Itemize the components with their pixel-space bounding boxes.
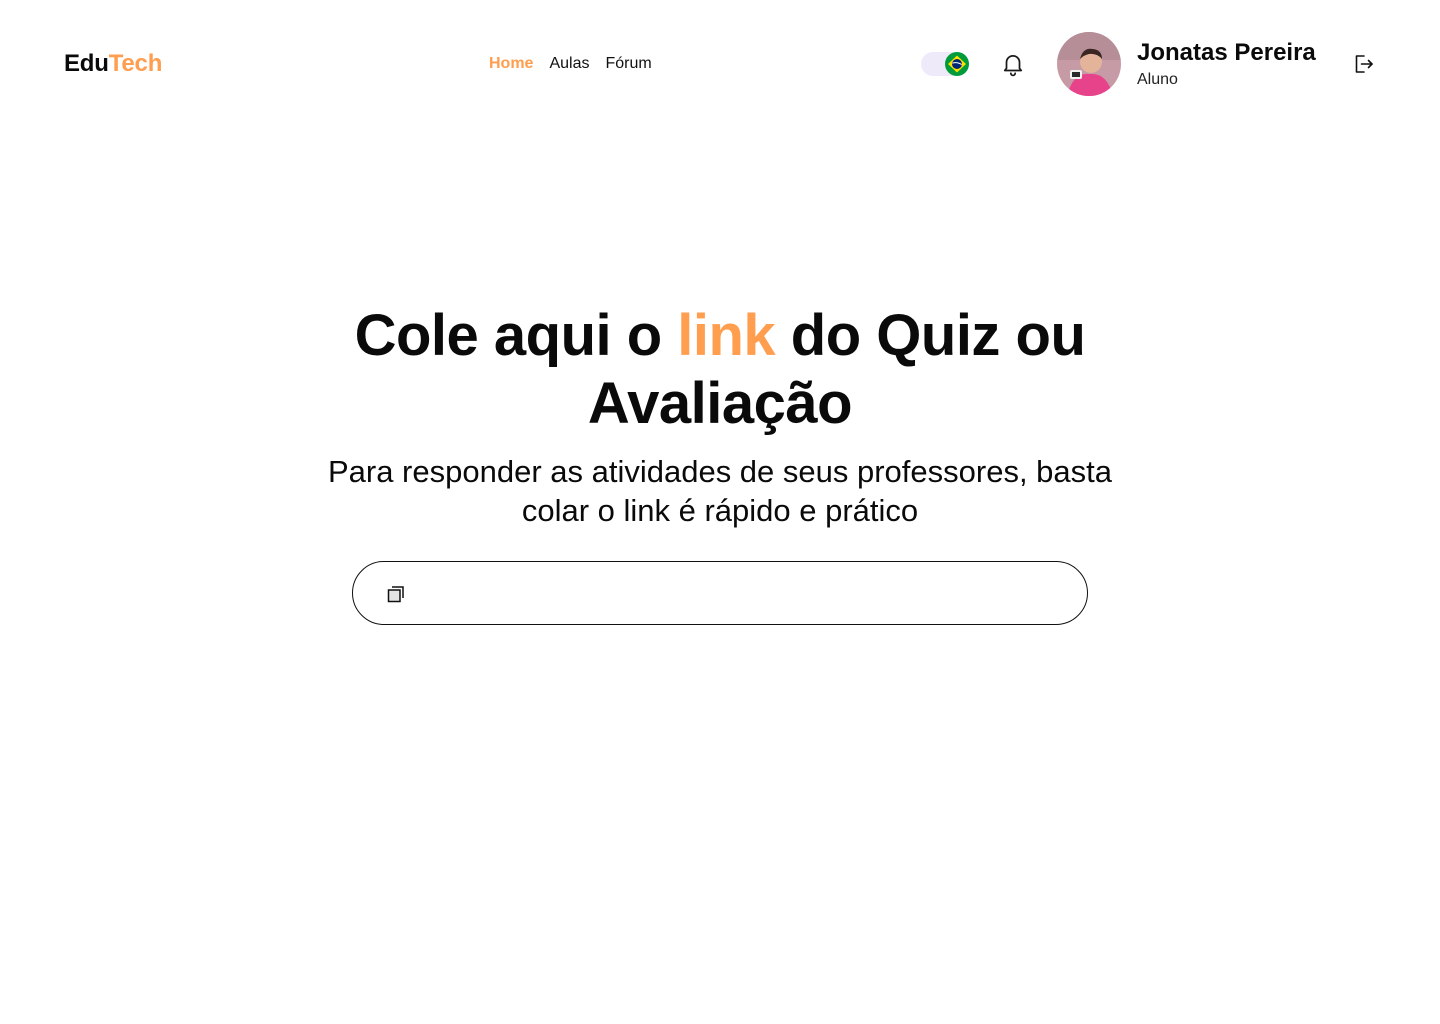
user-name: Jonatas Pereira: [1137, 39, 1316, 66]
paste-icon[interactable]: [386, 584, 406, 604]
avatar-photo: [1057, 32, 1121, 96]
nav-item-aulas[interactable]: Aulas: [549, 52, 589, 76]
nav-item-home[interactable]: Home: [489, 52, 533, 76]
brazil-flag-icon: [945, 52, 969, 76]
logo-text-tech: Tech: [108, 50, 163, 77]
avatar[interactable]: [1057, 32, 1121, 96]
page: EduTech Home Aulas Fórum Jonatas Pereira…: [0, 0, 1440, 1024]
hero-title: Cole aqui o link do Quiz ou Avaliação: [320, 302, 1120, 438]
nav-item-forum[interactable]: Fórum: [605, 52, 651, 76]
hero-title-start: Cole aqui o: [354, 303, 678, 368]
hero-title-highlight: link: [677, 303, 776, 368]
top-header: EduTech Home Aulas Fórum Jonatas Pereira…: [0, 0, 1440, 128]
quiz-link-field[interactable]: [352, 561, 1088, 625]
main-nav: Home Aulas Fórum: [489, 52, 652, 76]
logo-text-edu: Edu: [64, 50, 109, 77]
quiz-link-input[interactable]: [423, 574, 1067, 614]
language-toggle[interactable]: [921, 52, 969, 76]
edutech-logo[interactable]: EduTech: [64, 48, 162, 80]
logout-icon[interactable]: [1352, 52, 1376, 76]
bell-icon[interactable]: [1000, 51, 1026, 77]
hero-subtitle: Para responder as atividades de seus pro…: [327, 454, 1113, 528]
user-role: Aluno: [1137, 71, 1178, 88]
